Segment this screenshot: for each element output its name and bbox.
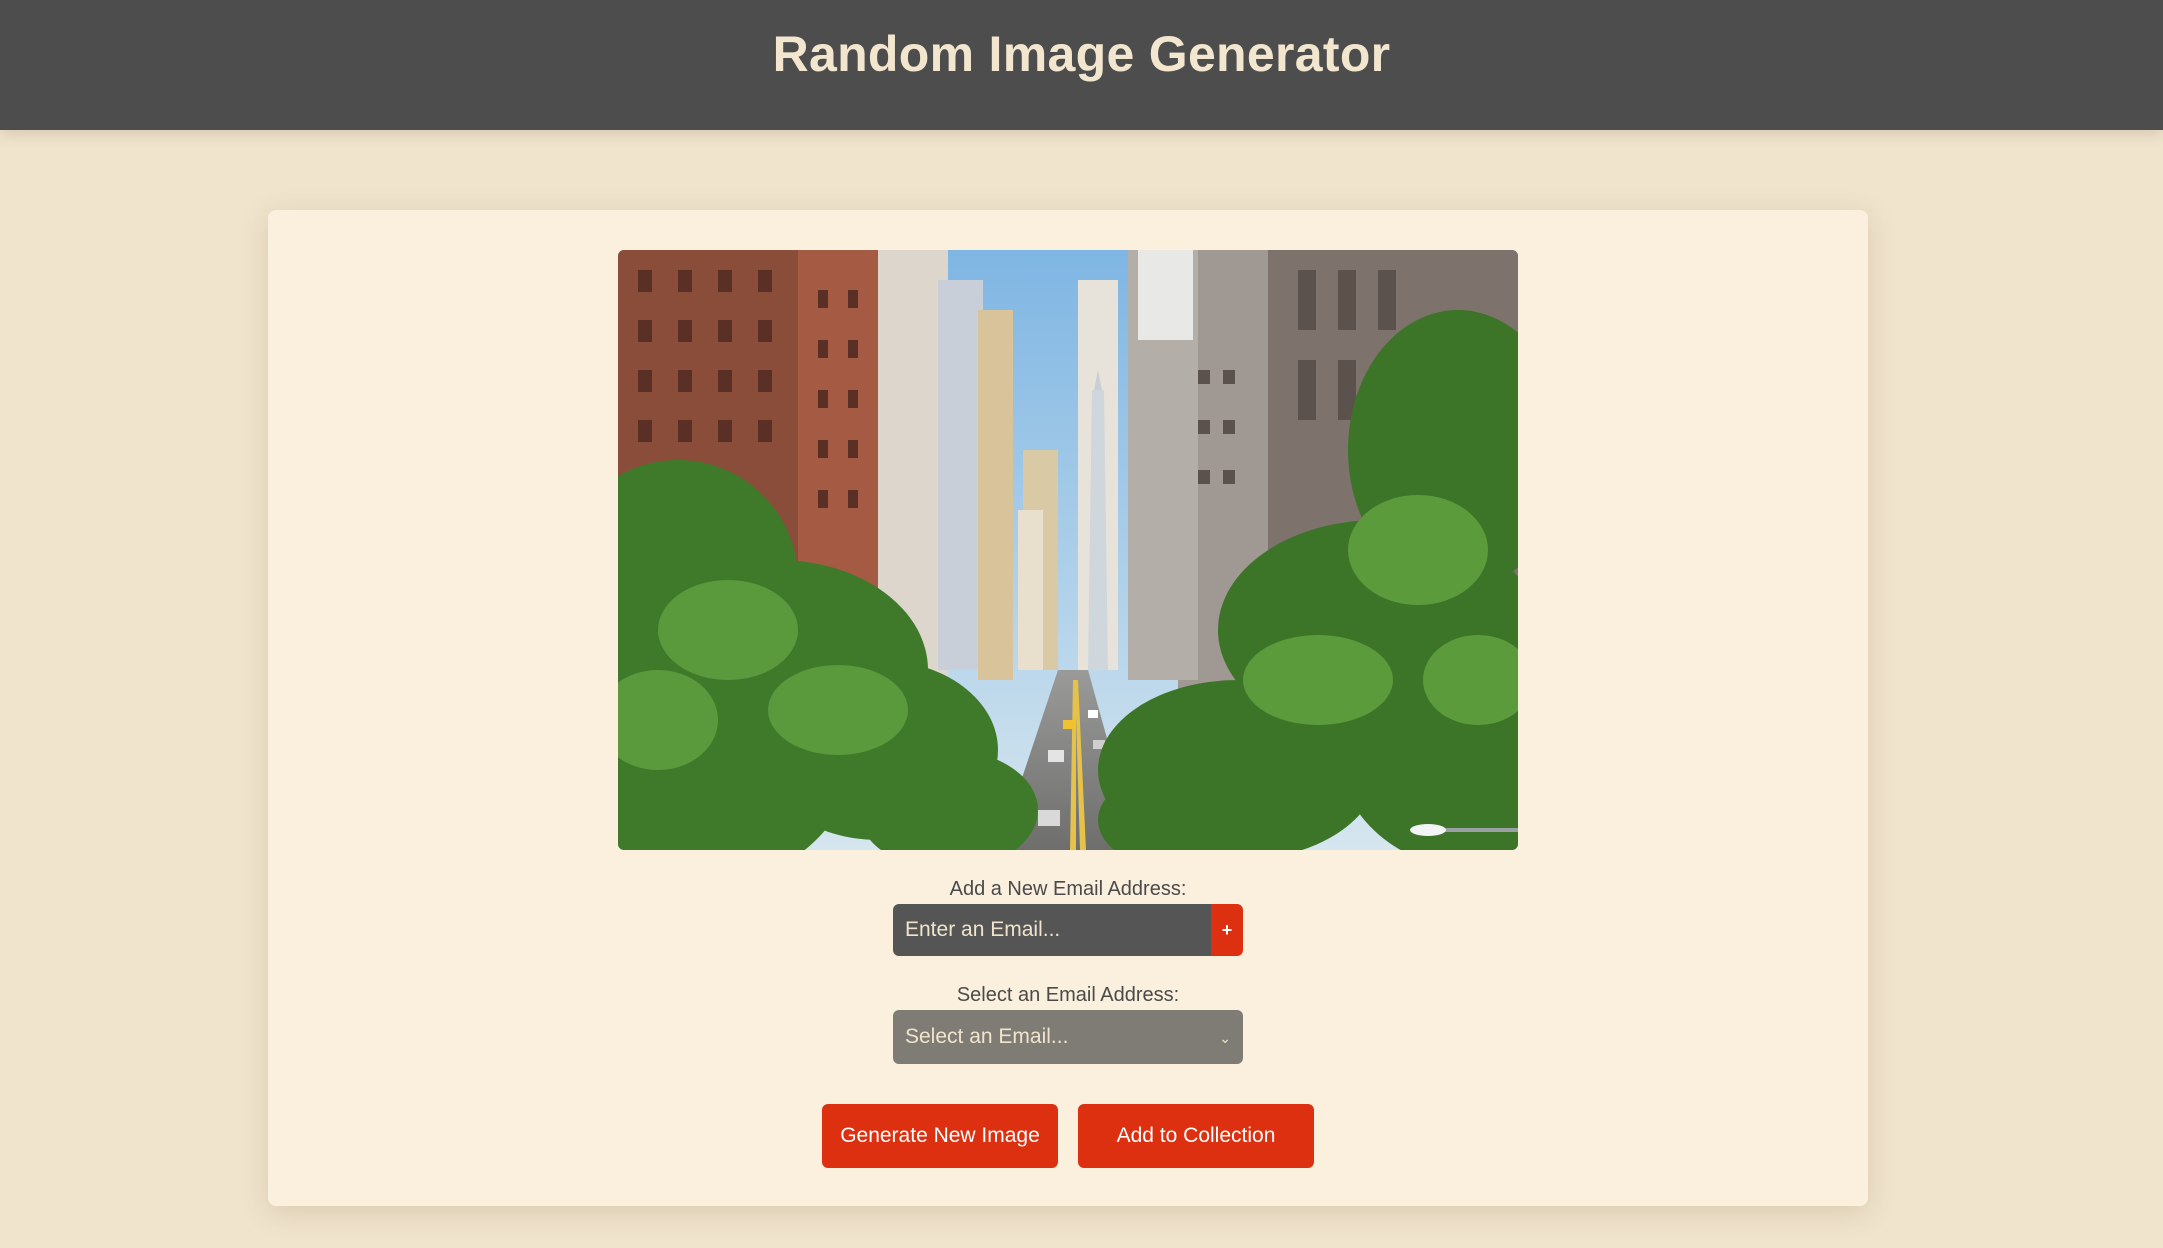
add-email-row: + — [893, 904, 1243, 956]
add-to-collection-button[interactable]: Add to Collection — [1078, 1104, 1314, 1168]
generator-card: Add a New Email Address: + Select an Ema… — [268, 210, 1868, 1206]
generate-image-button[interactable]: Generate New Image — [822, 1104, 1058, 1168]
add-email-button[interactable]: + — [1211, 904, 1243, 956]
app-header: Random Image Generator — [0, 0, 2163, 130]
email-select[interactable]: Select an Email... ⌄ — [893, 1010, 1243, 1064]
email-input[interactable] — [893, 904, 1211, 956]
page-title: Random Image Generator — [772, 26, 1391, 82]
chevron-down-icon: ⌄ — [1219, 1029, 1231, 1046]
select-email-label: Select an Email Address: — [956, 984, 1180, 1006]
add-email-label: Add a New Email Address: — [949, 878, 1187, 900]
email-select-value: Select an Email... — [905, 1025, 1069, 1048]
random-image — [618, 250, 1518, 850]
